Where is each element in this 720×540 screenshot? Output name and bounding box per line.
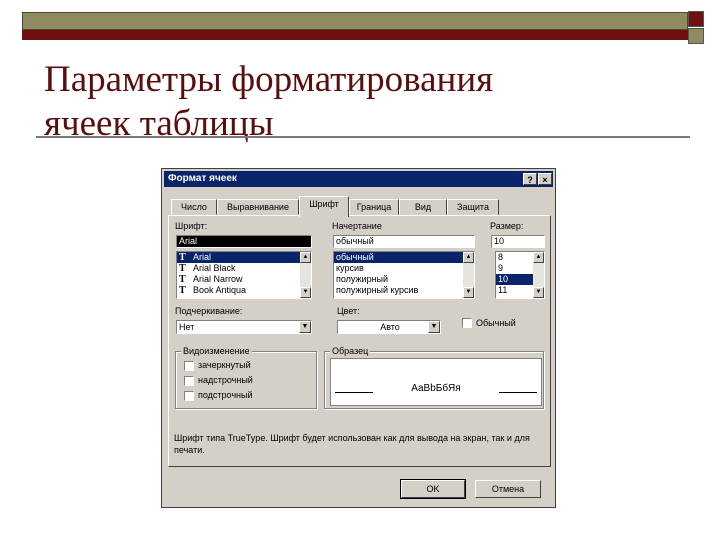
corner-square-olive bbox=[688, 28, 704, 44]
chevron-down-icon[interactable]: ▼ bbox=[299, 321, 311, 333]
format-cells-dialog: Формат ячеек ? × Число Выравнивание Шриф… bbox=[161, 168, 556, 508]
font-list-item[interactable]: T Arial bbox=[177, 252, 311, 263]
underline-value: Нет bbox=[179, 322, 195, 332]
close-button[interactable]: × bbox=[538, 173, 552, 185]
font-list-item[interactable]: T Book Antiqua bbox=[177, 285, 311, 296]
size-input[interactable]: 10 bbox=[491, 235, 545, 248]
style-label: Начертание bbox=[332, 221, 382, 231]
color-value: Авто bbox=[380, 322, 400, 332]
scroll-down-icon[interactable]: ▼ bbox=[463, 287, 474, 298]
style-list-scrollbar[interactable]: ▲ ▼ bbox=[463, 252, 474, 298]
color-label: Цвет: bbox=[337, 306, 360, 316]
superscript-label: надстрочный bbox=[198, 375, 253, 385]
subscript-label: подстрочный bbox=[198, 390, 253, 400]
underline-label: Подчеркивание: bbox=[175, 306, 243, 316]
superscript-checkbox[interactable] bbox=[184, 376, 194, 386]
ok-button[interactable]: OK bbox=[400, 479, 466, 499]
scroll-down-icon[interactable]: ▼ bbox=[533, 287, 544, 298]
normal-font-label: Обычный bbox=[476, 318, 516, 328]
truetype-icon: T bbox=[179, 274, 186, 285]
slide-title-line1: Параметры форматирования bbox=[44, 59, 494, 100]
tab-protection[interactable]: Защита bbox=[447, 199, 499, 215]
strikethrough-label: зачеркнутый bbox=[198, 360, 251, 370]
truetype-icon: T bbox=[179, 252, 186, 263]
tab-view[interactable]: Вид bbox=[399, 199, 447, 215]
corner-square-red bbox=[688, 11, 704, 27]
tab-alignment[interactable]: Выравнивание bbox=[217, 199, 299, 215]
font-info-text: Шрифт типа TrueType. Шрифт будет использ… bbox=[174, 433, 530, 455]
header-red-bar bbox=[22, 30, 688, 40]
dialog-title-bar[interactable]: Формат ячеек ? × bbox=[164, 171, 553, 187]
sample-preview: AaBbБбЯя bbox=[330, 358, 542, 406]
font-label: Шрифт: bbox=[175, 221, 208, 231]
size-label: Размер: bbox=[490, 221, 524, 231]
color-select[interactable]: Авто ▼ bbox=[337, 320, 441, 334]
tab-number[interactable]: Число bbox=[171, 199, 217, 215]
font-list-scrollbar[interactable]: ▲ ▼ bbox=[300, 252, 311, 298]
slide-title: Параметры форматирования ячеек таблицы bbox=[44, 58, 493, 146]
truetype-icon: T bbox=[179, 263, 186, 274]
effects-group: Видоизменение зачеркнутый надстрочный по… bbox=[175, 346, 317, 409]
dialog-title: Формат ячеек bbox=[168, 173, 237, 184]
size-list[interactable]: 8 9 10 11 ▲ ▼ bbox=[495, 251, 545, 299]
tab-border[interactable]: Граница bbox=[349, 199, 399, 215]
font-list-item[interactable]: T Arial Narrow bbox=[177, 274, 311, 285]
style-list-item[interactable]: полужирный bbox=[334, 274, 474, 285]
underline-select[interactable]: Нет ▼ bbox=[176, 320, 312, 334]
style-input[interactable]: обычный bbox=[333, 235, 475, 248]
style-list-item[interactable]: курсив bbox=[334, 263, 474, 274]
sample-baseline-right bbox=[499, 392, 537, 393]
scroll-up-icon[interactable]: ▲ bbox=[300, 252, 311, 263]
style-list[interactable]: обычный курсив полужирный полужирный кур… bbox=[333, 251, 475, 299]
font-list[interactable]: T Arial T Arial Black T Arial Narrow T Book … bbox=[176, 251, 312, 299]
cancel-button[interactable]: Отмена bbox=[475, 480, 541, 498]
truetype-icon: T bbox=[179, 285, 186, 296]
style-list-item[interactable]: полужирный курсив bbox=[334, 285, 474, 296]
style-list-item[interactable]: обычный bbox=[334, 252, 474, 263]
help-button[interactable]: ? bbox=[523, 173, 537, 185]
scroll-up-icon[interactable]: ▲ bbox=[463, 252, 474, 263]
strikethrough-checkbox[interactable] bbox=[184, 361, 194, 371]
normal-font-checkbox[interactable] bbox=[462, 318, 472, 328]
subscript-checkbox[interactable] bbox=[184, 391, 194, 401]
slide-title-line2: ячеек таблицы bbox=[44, 103, 274, 144]
sample-group: Образец AaBbБбЯя bbox=[324, 346, 544, 409]
size-list-scrollbar[interactable]: ▲ ▼ bbox=[533, 252, 544, 298]
scroll-up-icon[interactable]: ▲ bbox=[533, 252, 544, 263]
title-divider bbox=[36, 136, 690, 138]
header-olive-bar bbox=[22, 12, 688, 30]
font-list-item[interactable]: T Arial Black bbox=[177, 263, 311, 274]
font-input[interactable]: Arial bbox=[176, 235, 312, 248]
scroll-down-icon[interactable]: ▼ bbox=[300, 287, 311, 298]
chevron-down-icon[interactable]: ▼ bbox=[428, 321, 440, 333]
tab-font[interactable]: Шрифт bbox=[299, 196, 349, 217]
sample-group-title: Образец bbox=[330, 346, 371, 356]
effects-group-title: Видоизменение bbox=[181, 346, 252, 356]
